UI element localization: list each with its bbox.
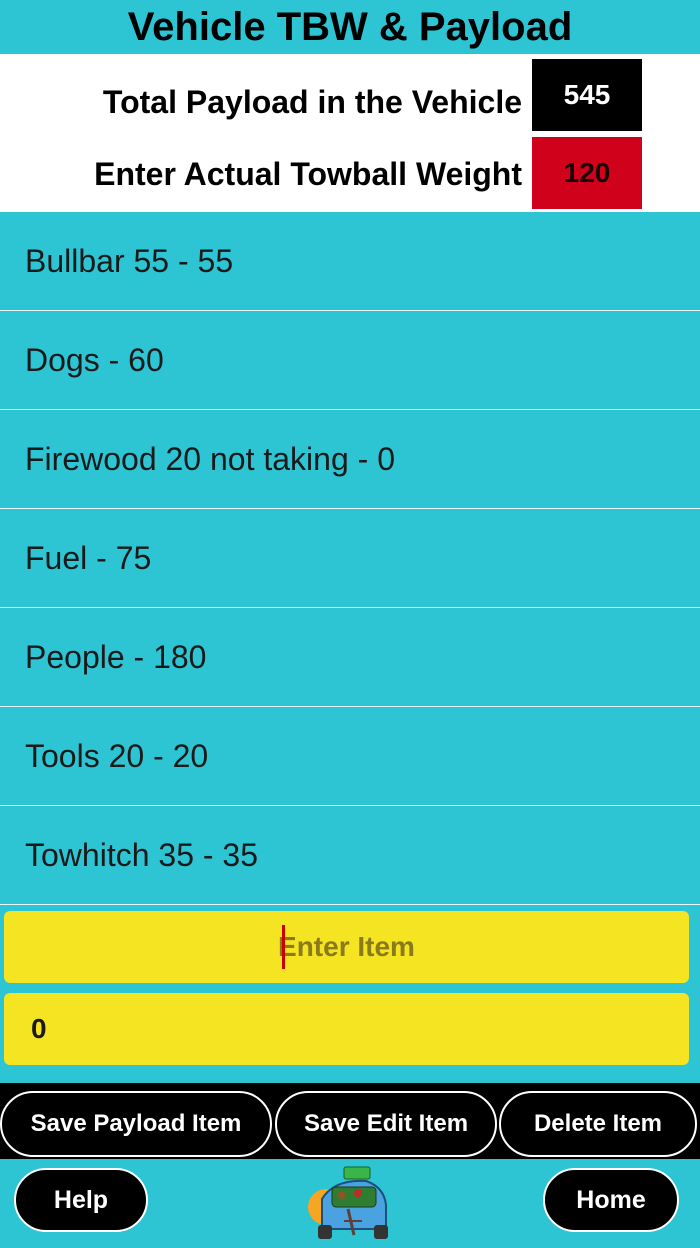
total-payload-value: 545 (532, 59, 642, 131)
towball-weight-label: Enter Actual Towball Weight (94, 156, 522, 192)
delete-item-button[interactable]: Delete Item (499, 1091, 697, 1157)
item-weight-value: 0 (31, 1013, 47, 1044)
total-payload-label: Total Payload in the Vehicle (102, 84, 522, 120)
summary-panel: Total Payload in the Vehicle 545 Enter A… (0, 54, 700, 212)
list-item[interactable]: Bullbar 55 - 55 (0, 212, 700, 311)
action-bar: Save Payload Item Save Edit Item Delete … (0, 1083, 700, 1159)
car-loaded-icon (304, 1165, 392, 1243)
page-title: Vehicle TBW & Payload (0, 0, 700, 54)
help-button[interactable]: Help (14, 1168, 148, 1232)
payload-item-list: Bullbar 55 - 55 Dogs - 60 Firewood 20 no… (0, 212, 700, 905)
list-item[interactable]: People - 180 (0, 608, 700, 707)
item-name-placeholder: Enter Item (278, 931, 415, 962)
save-payload-item-button[interactable]: Save Payload Item (0, 1091, 272, 1157)
save-edit-item-button[interactable]: Save Edit Item (275, 1091, 497, 1157)
list-item[interactable]: Towhitch 35 - 35 (0, 806, 700, 905)
item-name-input[interactable]: Enter Item (4, 911, 689, 983)
item-weight-input[interactable]: 0 (4, 993, 689, 1065)
list-item[interactable]: Dogs - 60 (0, 311, 700, 410)
list-item[interactable]: Fuel - 75 (0, 509, 700, 608)
text-cursor (282, 925, 285, 969)
towball-weight-input[interactable]: 120 (532, 137, 642, 209)
home-button[interactable]: Home (543, 1168, 679, 1232)
bottom-bar: Help Home (0, 1159, 700, 1244)
list-item[interactable]: Tools 20 - 20 (0, 707, 700, 806)
list-item[interactable]: Firewood 20 not taking - 0 (0, 410, 700, 509)
